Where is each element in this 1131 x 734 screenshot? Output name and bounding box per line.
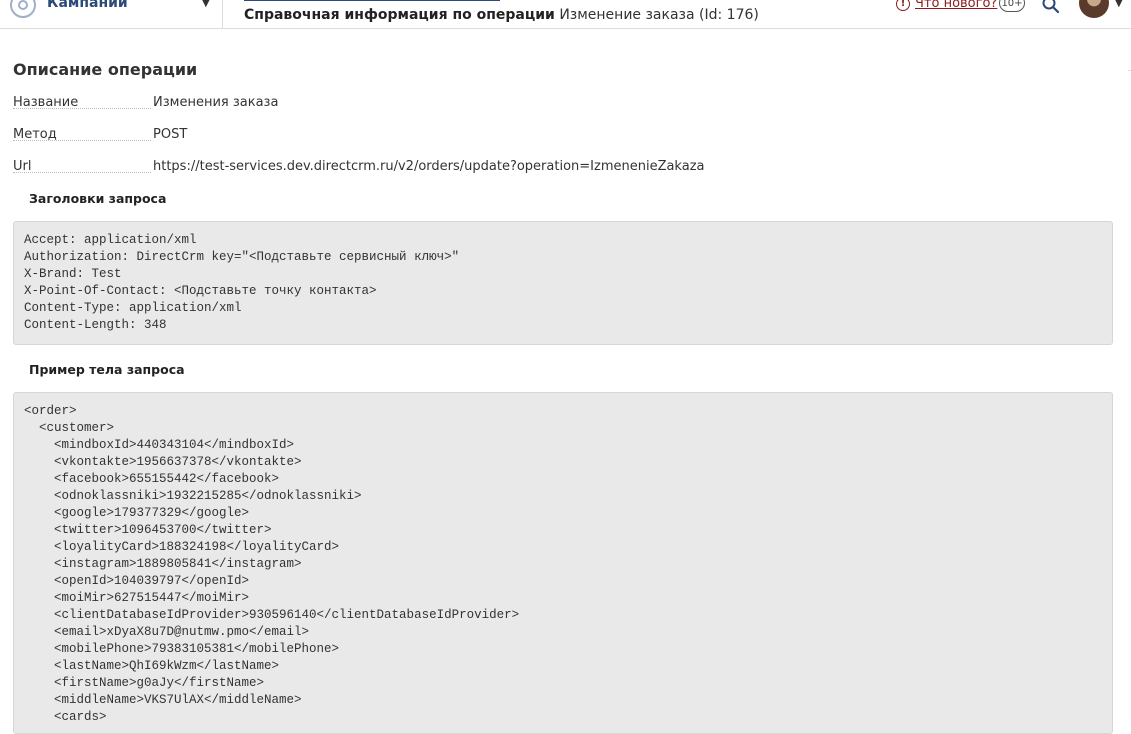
whats-new-link[interactable]: ! Что нового? [896, 0, 997, 11]
page-title-bold: Справочная информация по операции [244, 7, 555, 23]
alert-icon: ! [896, 0, 910, 11]
code-line: <google>179377329</google> [24, 506, 250, 520]
code-line: Content-Length: 348 [24, 318, 167, 332]
chevron-down-icon[interactable]: ▼ [1115, 0, 1123, 9]
code-line: <email>xDyaX8u7D@nutmw.pmo</email> [24, 625, 310, 639]
code-line: X-Point-Of-Contact: <Подставьте точку ко… [24, 284, 377, 298]
code-line: <lastName>QhI69kWzm</lastName> [24, 659, 280, 673]
section-title: Описание операции [13, 60, 198, 79]
divider [222, 0, 223, 28]
code-line: <cards> [24, 710, 107, 724]
code-line: Authorization: DirectCrm key="<Подставьт… [24, 250, 460, 264]
chevron-down-icon[interactable]: ▼ [202, 0, 210, 9]
logo-icon[interactable] [10, 0, 36, 18]
page-title-operation: Изменение заказа (Id: 176) [559, 7, 759, 23]
code-line: <middleName>VKS7UlAX</middleName> [24, 693, 302, 707]
code-line: <moiMir>627515447</moiMir> [24, 591, 250, 605]
code-content: Accept: application/xml Authorization: Di… [14, 222, 1112, 334]
field-value: https://test-services.dev.directcrm.ru/v… [153, 159, 705, 174]
code-line: <facebook>655155442</facebook> [24, 472, 280, 486]
request-headers-code[interactable]: Accept: application/xml Authorization: Di… [13, 221, 1113, 345]
code-line: <order> [24, 404, 77, 418]
code-line: <mindboxId>440343104</mindboxId> [24, 438, 295, 452]
code-line: <clientDatabaseIdProvider>930596140</cli… [24, 608, 520, 622]
code-line: X-Brand: Test [24, 267, 122, 281]
page-title: Справочная информация по операции Измене… [244, 7, 759, 23]
code-line: <vkontakte>1956637378</vkontakte> [24, 455, 302, 469]
code-line: <mobilePhone>79383105381</mobilePhone> [24, 642, 340, 656]
code-line: <firstName>g0aJy</firstName> [24, 676, 265, 690]
field-label: Url [13, 159, 32, 174]
field-label: Метод [13, 127, 57, 142]
code-line: Content-Type: application/xml [24, 301, 242, 315]
avatar[interactable] [1079, 0, 1109, 18]
dotted-leader [13, 172, 151, 173]
field-value: Изменения заказа [153, 95, 279, 110]
request-headers-title: Заголовки запроса [29, 191, 167, 206]
search-icon[interactable] [1041, 0, 1061, 15]
code-line: <customer> [24, 421, 115, 435]
request-body-code[interactable]: <order> <customer> <mindboxId>440343104<… [13, 392, 1113, 734]
code-line: <twitter>1096453700</twitter> [24, 523, 272, 537]
code-content: <order> <customer> <mindboxId>440343104<… [14, 393, 1112, 726]
code-line: Accept: application/xml [24, 233, 197, 247]
code-line: <openId>104039797</openId> [24, 574, 250, 588]
code-line: <loyalityCard>188324198</loyalityCard> [24, 540, 340, 554]
field-value: POST [153, 127, 188, 142]
breadcrumb-underline [244, 0, 500, 1]
campaigns-menu[interactable]: Кампании [47, 0, 128, 11]
notification-count-badge[interactable]: 10+ [999, 0, 1025, 12]
top-navigation-bar: Кампании ▼ Справочная информация по опер… [0, 0, 1131, 29]
code-line: <instagram>1889805841</instagram> [24, 557, 302, 571]
code-line: <odnoklassniki>1932215285</odnoklassniki… [24, 489, 362, 503]
whats-new-label: Что нового? [915, 0, 998, 11]
field-label: Название [13, 95, 79, 110]
request-body-title: Пример тела запроса [29, 362, 185, 377]
